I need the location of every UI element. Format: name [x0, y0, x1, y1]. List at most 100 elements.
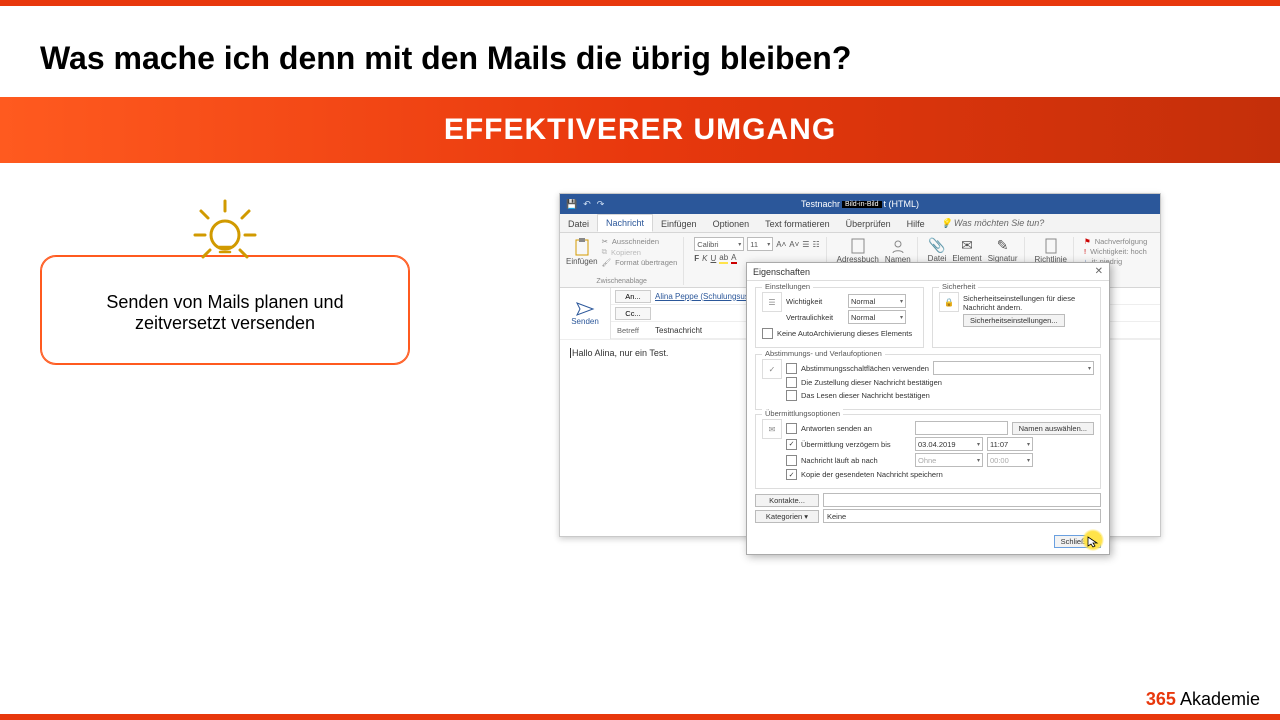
- section-sicherheit: Sicherheit 🔒 Sicherheitseinstellungen fü…: [932, 287, 1101, 348]
- input-contacts[interactable]: [823, 493, 1101, 507]
- dialog-title: Eigenschaften: [753, 267, 810, 277]
- redo-icon[interactable]: ↷: [597, 199, 605, 210]
- send-button[interactable]: Senden: [560, 288, 611, 339]
- cc-button[interactable]: Cc...: [615, 307, 651, 320]
- bold-button[interactable]: F: [694, 254, 699, 263]
- bottom-accent-bar: [0, 714, 1280, 720]
- screenshot-column: 💾 ↶ ↷ Testnachr Bild-in-Bild t (HTML) Da…: [480, 193, 1240, 537]
- outlook-titlebar: 💾 ↶ ↷ Testnachr Bild-in-Bild t (HTML): [560, 194, 1160, 214]
- select-delay-time[interactable]: 11:07▾: [987, 437, 1033, 451]
- attach-item-button[interactable]: ✉Element: [952, 237, 981, 263]
- close-icon[interactable]: ✕: [1095, 266, 1103, 277]
- numbering-icon[interactable]: ☷: [812, 240, 819, 249]
- tab-ueberpruefen[interactable]: Überprüfen: [838, 216, 899, 232]
- label-delay-delivery: Übermittlung verzögern bis: [801, 440, 911, 449]
- save-icon[interactable]: 💾: [566, 199, 577, 210]
- security-settings-button[interactable]: Sicherheitseinstellungen...: [963, 314, 1065, 327]
- to-button[interactable]: An...: [615, 290, 651, 303]
- format-painter-button[interactable]: 🖌Format übertragen: [602, 258, 678, 267]
- ribbon-tabs: Datei Nachricht Einfügen Optionen Text f…: [560, 214, 1160, 233]
- section-banner: EFFEKTIVERER UMGANG: [0, 97, 1280, 163]
- legend-abstimmung: Abstimmungs- und Verlaufoptionen: [762, 349, 885, 358]
- send-icon: [575, 301, 595, 317]
- select-delay-date[interactable]: 03.04.2019▾: [915, 437, 983, 451]
- select-expire-time[interactable]: 00:00▾: [987, 453, 1033, 467]
- footer-brand: 365 Akademie: [1146, 689, 1260, 710]
- chk-autoarchiv[interactable]: [762, 328, 773, 339]
- legend-sicherheit: Sicherheit: [939, 282, 978, 291]
- label-delivery-receipt: Die Zustellung dieser Nachricht bestätig…: [801, 378, 942, 387]
- highlight-icon[interactable]: ab: [719, 253, 728, 264]
- tab-hilfe[interactable]: Hilfe: [899, 216, 933, 232]
- legend-uebermittlung: Übermittlungsoptionen: [762, 409, 843, 418]
- clipboard-caption: Zwischenablage: [596, 278, 647, 285]
- cut-button[interactable]: ✂Ausschneiden: [602, 237, 678, 246]
- select-vertraulichkeit[interactable]: Normal▾: [848, 310, 906, 324]
- tab-text-formatieren[interactable]: Text formatieren: [757, 216, 838, 232]
- input-categories[interactable]: Keine: [823, 509, 1101, 523]
- font-color-icon[interactable]: A: [731, 253, 736, 264]
- categories-button[interactable]: Kategorien ▾: [755, 510, 819, 523]
- chk-save-copy[interactable]: [786, 469, 797, 480]
- chk-voting[interactable]: [786, 363, 797, 374]
- lock-icon: 🔒: [939, 292, 959, 312]
- window-title-suffix: t (HTML): [884, 199, 920, 209]
- signature-button[interactable]: ✎Signatur: [988, 237, 1018, 263]
- bullets-icon[interactable]: ☰: [802, 240, 809, 249]
- addressbook-button[interactable]: Adressbuch: [837, 237, 879, 264]
- font-select[interactable]: Calibri▾: [694, 237, 744, 251]
- importance-high-button[interactable]: !Wichtigkeit: hoch: [1084, 247, 1147, 256]
- select-wichtigkeit[interactable]: Normal▾: [848, 294, 906, 308]
- underline-button[interactable]: U: [710, 254, 716, 263]
- tab-optionen[interactable]: Optionen: [705, 216, 758, 232]
- section-abstimmung: Abstimmungs- und Verlaufoptionen ✓ Absti…: [755, 354, 1101, 410]
- tab-datei[interactable]: Datei: [560, 216, 597, 232]
- font-size-select[interactable]: 11▾: [747, 237, 773, 251]
- select-names-button[interactable]: Namen auswählen...: [1012, 422, 1094, 435]
- brand-number: 365: [1146, 689, 1176, 709]
- select-expire-date[interactable]: Ohne▾: [915, 453, 983, 467]
- grow-font-icon[interactable]: A˄: [776, 240, 786, 249]
- importance-high-icon: !: [1084, 247, 1086, 256]
- input-reply-to[interactable]: [915, 421, 1008, 435]
- tell-me-text: Was möchten Sie tun?: [954, 218, 1044, 228]
- scissors-icon: ✂: [602, 237, 608, 246]
- tip-column: Senden von Mails planen und zeitversetzt…: [40, 193, 410, 537]
- copy-button[interactable]: ⧉Kopieren: [602, 247, 678, 257]
- followup-button[interactable]: ⚑Nachverfolgung: [1084, 237, 1147, 246]
- tab-einfuegen[interactable]: Einfügen: [653, 216, 705, 232]
- select-voting[interactable]: ▾: [933, 361, 1094, 375]
- brush-icon: 🖌: [602, 258, 612, 267]
- banner-text: EFFEKTIVERER UMGANG: [0, 113, 1280, 147]
- delivery-icon: ✉: [762, 419, 782, 439]
- outlook-window: 💾 ↶ ↷ Testnachr Bild-in-Bild t (HTML) Da…: [559, 193, 1161, 537]
- chk-delay-delivery[interactable]: [786, 439, 797, 450]
- properties-dialog: Eigenschaften ✕ Einstellungen ☰ Wichtigk…: [746, 262, 1110, 555]
- contacts-button[interactable]: Kontakte...: [755, 494, 819, 507]
- chk-delivery-receipt[interactable]: [786, 377, 797, 388]
- content-area: Senden von Mails planen und zeitversetzt…: [0, 163, 1280, 537]
- attach-file-button[interactable]: 📎Datei: [928, 237, 947, 263]
- chk-reply-to[interactable]: [786, 423, 797, 434]
- label-voting: Abstimmungsschaltflächen verwenden: [801, 364, 929, 373]
- label-reply-to: Antworten senden an: [801, 424, 911, 433]
- subject-label: Betreff: [615, 326, 651, 335]
- subject-value[interactable]: Testnachricht: [655, 326, 702, 335]
- chk-expires[interactable]: [786, 455, 797, 466]
- undo-icon[interactable]: ↶: [583, 199, 591, 210]
- section-uebermittlung: Übermittlungsoptionen ✉ Antworten senden…: [755, 414, 1101, 489]
- chk-read-receipt[interactable]: [786, 390, 797, 401]
- paste-button[interactable]: Einfügen: [566, 237, 598, 267]
- pen-icon: ✎: [997, 237, 1009, 254]
- ribbon-group-clipboard: Einfügen ✂Ausschneiden ⧉Kopieren 🖌Format…: [566, 237, 684, 285]
- legend-einstellungen: Einstellungen: [762, 282, 813, 291]
- tell-me[interactable]: 💡Was möchten Sie tun?: [933, 215, 1053, 232]
- envelope-icon: ✉: [961, 237, 973, 254]
- policy-button[interactable]: Richtlinie: [1035, 237, 1067, 264]
- shrink-font-icon[interactable]: A˅: [789, 240, 799, 249]
- paperclip-icon: 📎: [928, 237, 945, 254]
- italic-button[interactable]: K: [702, 254, 707, 263]
- to-value[interactable]: Alina Peppe (Schulungsuser): [655, 292, 759, 301]
- tab-nachricht[interactable]: Nachricht: [597, 214, 653, 232]
- check-names-button[interactable]: Namen: [885, 237, 911, 264]
